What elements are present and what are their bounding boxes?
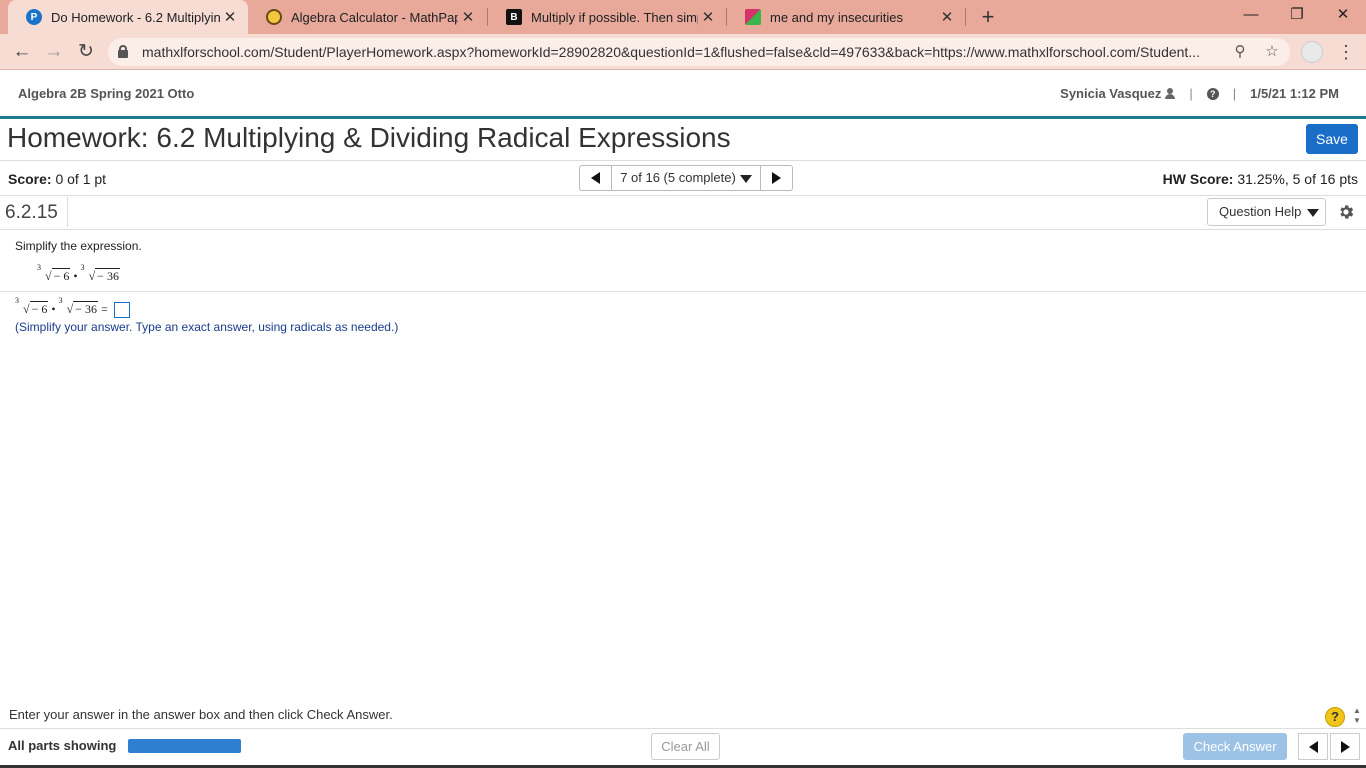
score-value: 0 of 1 pt — [55, 171, 107, 187]
hw-score: HW Score: 31.25%, 5 of 16 pts — [1163, 171, 1358, 187]
close-window-icon[interactable]: ✕ — [1320, 0, 1366, 32]
tab-multiply[interactable]: B Multiply if possible. Then simplify ✕ — [488, 0, 726, 34]
parts-showing-label: All parts showing — [8, 738, 117, 753]
question-help-button[interactable]: Question Help — [1207, 198, 1326, 226]
bookmark-star-icon[interactable]: ☆ — [1262, 42, 1282, 62]
tab-title: Do Homework - 6.2 Multiplying & — [51, 9, 220, 25]
address-bar[interactable]: mathxlforschool.com/Student/PlayerHomewo… — [108, 38, 1290, 66]
help-question-icon[interactable]: ? — [1325, 707, 1345, 727]
divider: | — [1189, 86, 1193, 101]
close-tab-icon[interactable]: ✕ — [937, 8, 957, 26]
page-title: Homework: 6.2 Multiplying & Dividing Rad… — [7, 122, 731, 153]
footer-previous-button[interactable] — [1298, 733, 1328, 760]
question-navigator: 7 of 16 (5 complete) — [579, 165, 793, 191]
progress-fill — [128, 739, 241, 753]
divider — [0, 160, 1366, 161]
triangle-left-icon — [591, 172, 600, 184]
triangle-left-icon — [1308, 740, 1318, 753]
divider — [0, 195, 1366, 196]
divider — [0, 291, 1366, 292]
image-favicon-icon — [745, 9, 761, 25]
cube-root: 3 √ − 6 — [37, 263, 71, 283]
reload-icon[interactable]: ↻ — [73, 39, 99, 65]
cube-root: 3 √ − 36 — [58, 296, 98, 316]
browser-menu-icon[interactable]: ⋮ — [1336, 39, 1356, 65]
cube-root: 3 √ − 36 — [80, 263, 120, 283]
triangle-right-icon — [772, 172, 781, 184]
zoom-icon[interactable]: ⚲ — [1230, 42, 1250, 62]
user-name[interactable]: Synicia Vasquez — [1060, 86, 1161, 101]
minimize-icon[interactable]: — — [1228, 0, 1274, 32]
triangle-right-icon — [1340, 740, 1350, 753]
person-icon — [1165, 88, 1176, 99]
gear-icon[interactable] — [1337, 203, 1355, 221]
forward-arrow-icon[interactable]: → — [41, 39, 67, 65]
clear-all-button[interactable]: Clear All — [651, 733, 720, 760]
header-accent-bar — [0, 116, 1366, 119]
tab-separator — [965, 8, 966, 26]
score-label: Score: — [8, 171, 52, 187]
answer-instructions: (Simplify your answer. Type an exact ans… — [15, 320, 399, 334]
multiply-dot: • — [51, 302, 56, 316]
close-tab-icon[interactable]: ✕ — [220, 8, 240, 26]
cube-root: 3 √ − 6 — [15, 296, 49, 316]
footer-next-button[interactable] — [1330, 733, 1360, 760]
lock-icon — [118, 45, 128, 58]
multiply-dot: • — [73, 269, 78, 283]
browser-tab-strip: P Do Homework - 6.2 Multiplying & ✕ Alge… — [0, 0, 1366, 34]
profile-avatar[interactable] — [1301, 41, 1323, 63]
scroll-arrows[interactable]: ▲ ▼ — [1352, 706, 1362, 726]
user-info: Synicia Vasquez | ? | 1/5/21 1:12 PM — [1060, 86, 1339, 101]
question-number: 6.2.15 — [5, 202, 58, 223]
answer-line: 3 √ − 6 • 3 √ − 36 = — [15, 296, 130, 319]
tab-do-homework[interactable]: P Do Homework - 6.2 Multiplying & ✕ — [8, 0, 248, 34]
tab-title: Multiply if possible. Then simplify — [531, 9, 698, 25]
previous-question-button[interactable] — [580, 166, 612, 190]
chevron-down-icon — [739, 174, 752, 183]
hw-score-label: HW Score: — [1162, 171, 1234, 187]
question-help-label: Question Help — [1219, 204, 1302, 219]
brainly-favicon-icon: B — [506, 9, 522, 25]
tab-insecurities[interactable]: me and my insecurities ✕ — [727, 0, 965, 34]
save-button[interactable]: Save — [1306, 124, 1358, 154]
equals-sign: = — [100, 302, 108, 316]
expression: 3 √ − 6 • 3 √ − 36 — [37, 263, 120, 284]
close-tab-icon[interactable]: ✕ — [698, 8, 718, 26]
parts-progress-bar — [128, 739, 241, 753]
tab-mathpapa[interactable]: Algebra Calculator - MathPapa ✕ — [248, 0, 486, 34]
datetime: 1/5/21 1:12 PM — [1250, 86, 1339, 101]
hw-score-value: 31.25%, 5 of 16 pts — [1237, 171, 1358, 187]
tab-title: Algebra Calculator - MathPapa — [291, 9, 458, 25]
tab-title: me and my insecurities — [770, 9, 903, 25]
divider — [67, 197, 68, 227]
browser-toolbar: ← → ↻ mathxlforschool.com/Student/Player… — [0, 34, 1366, 70]
check-answer-button[interactable]: Check Answer — [1183, 733, 1287, 760]
restore-icon[interactable]: ❐ — [1274, 0, 1320, 32]
chevron-down-icon — [1307, 208, 1320, 217]
answer-input[interactable] — [113, 302, 130, 319]
help-icon[interactable]: ? — [1206, 87, 1219, 100]
new-tab-icon[interactable]: + — [977, 4, 999, 30]
question-position: 7 of 16 (5 complete) — [620, 170, 736, 185]
close-tab-icon[interactable]: ✕ — [458, 8, 478, 26]
next-question-button[interactable] — [760, 166, 792, 190]
footer-instruction: Enter your answer in the answer box and … — [9, 707, 393, 722]
mathpapa-favicon-icon — [266, 9, 282, 25]
divider: | — [1232, 86, 1237, 101]
score: Score: 0 of 1 pt — [8, 171, 106, 187]
course-name: Algebra 2B Spring 2021 Otto — [18, 86, 195, 101]
url-text[interactable]: mathxlforschool.com/Student/PlayerHomewo… — [142, 44, 1212, 60]
question-dropdown[interactable]: 7 of 16 (5 complete) — [612, 166, 760, 190]
pearson-favicon-icon: P — [26, 9, 42, 25]
back-arrow-icon[interactable]: ← — [9, 39, 35, 65]
divider — [0, 229, 1366, 230]
question-prompt: Simplify the expression. — [15, 239, 142, 253]
